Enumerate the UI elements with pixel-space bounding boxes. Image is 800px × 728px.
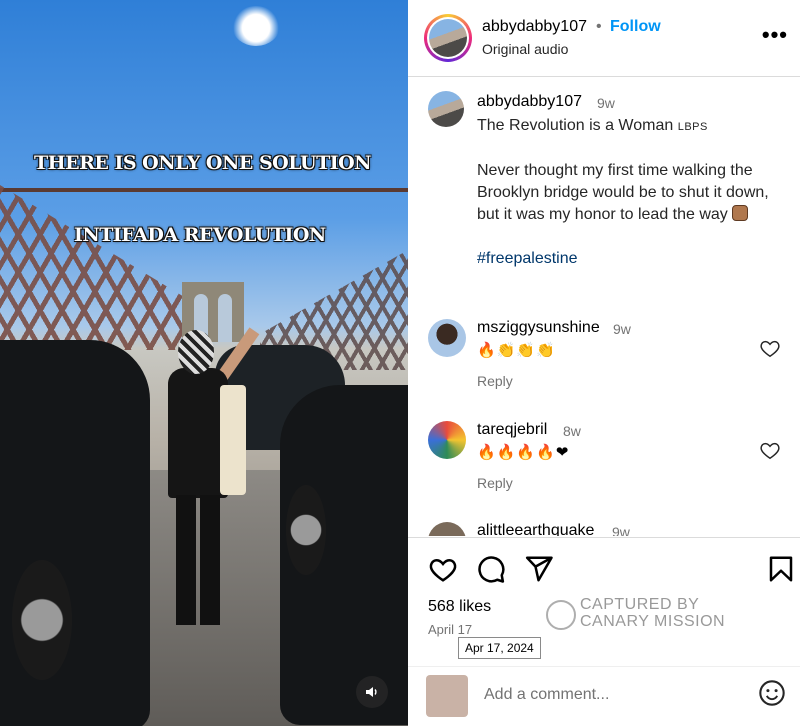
hashtag-link[interactable]: #freepalestine [477,250,578,267]
post-date[interactable]: April 17 [428,622,472,637]
comment-item: alittleearthquake 9w [408,520,800,536]
speaker-icon [366,687,377,697]
reply-button[interactable]: Reply [477,373,513,389]
raised-fist-icon [732,205,749,221]
comment-time: 9w [612,524,630,536]
viewer-avatar [426,675,468,717]
person-walking [158,327,260,630]
emoji-icon[interactable] [758,679,786,707]
audio-label[interactable]: Original audio [482,41,568,57]
add-comment-bar [408,666,800,728]
watermark-line2: CANARY MISSION [580,613,726,630]
heart-icon[interactable] [428,554,458,584]
caption-username[interactable]: abbydabby107 [477,93,582,111]
caption-time: 9w [597,95,615,111]
bridge-span [0,188,408,192]
bridge-truss-left [0,185,190,350]
comment-username[interactable]: alittleearthquake [477,522,594,536]
post-actions: 568 likes April 17 Apr 17, 2024 CAPTURED… [408,537,800,727]
person-head [178,330,214,374]
more-options-icon[interactable]: ••• [762,22,788,48]
reel-video[interactable]: THERE IS ONLY ONE SOLUTION INTIFADA REVO… [0,0,408,726]
tote-bag [220,385,246,495]
heart-icon[interactable] [759,337,781,359]
post-panel: abbydabby107 • Follow Original audio •••… [408,0,800,726]
comment-input[interactable] [482,679,746,711]
comment-time: 9w [613,321,631,337]
post-header: abbydabby107 • Follow Original audio ••• [408,0,800,77]
caption-title: The Revolution is a Woman [477,117,674,134]
comment-text: 🔥👏👏👏 [477,342,556,359]
author-avatar[interactable] [424,14,472,62]
comment-item: tareqjebril 8w 🔥🔥🔥🔥❤ Reply [408,419,800,514]
bookmark-icon[interactable] [766,554,796,584]
heart-icon[interactable] [759,439,781,461]
comment-avatar[interactable] [428,522,466,536]
share-icon[interactable] [524,554,554,584]
date-tooltip: Apr 17, 2024 [458,637,541,659]
car [0,340,150,726]
reply-button[interactable]: Reply [477,475,513,491]
car-wheel [12,560,72,680]
person-torso [168,368,228,498]
author-username[interactable]: abbydabby107 [482,18,587,36]
follow-button[interactable]: Follow [610,18,661,36]
comment-avatar[interactable] [428,319,466,357]
comment-username[interactable]: tareqjebril [477,421,547,439]
video-overlay-text-1: THERE IS ONLY ONE SOLUTION [34,152,372,174]
audio-toggle-button[interactable] [356,676,388,708]
watermark: CAPTURED BY CANARY MISSION [546,596,746,636]
canary-logo-icon [546,600,576,630]
comment-text: 🔥🔥🔥🔥❤ [477,444,570,461]
caption-text: The Revolution is a Woman LBPS Never tho… [477,115,785,270]
watermark-line1: CAPTURED BY [580,596,700,613]
comment-item: msziggysunshine 9w 🔥👏👏👏 Reply [408,317,800,412]
car-wheel [286,485,326,575]
author-avatar-image [429,19,467,57]
video-overlay-text-2: INTIFADA REVOLUTION [74,224,326,246]
caption-avatar[interactable] [428,91,464,127]
comments-section[interactable]: abbydabby107 9w The Revolution is a Woma… [408,77,800,536]
caption-title-small: LBPS [677,121,708,133]
likes-count[interactable]: 568 likes [428,598,491,616]
caption-body: Never thought my first time walking the … [477,162,769,223]
comment-avatar[interactable] [428,421,466,459]
comment-username[interactable]: msziggysunshine [477,319,600,337]
comment-icon[interactable] [476,554,506,584]
person-legs [176,495,220,625]
cloud [232,6,280,46]
comment-time: 8w [563,423,581,439]
separator-dot: • [596,18,602,35]
